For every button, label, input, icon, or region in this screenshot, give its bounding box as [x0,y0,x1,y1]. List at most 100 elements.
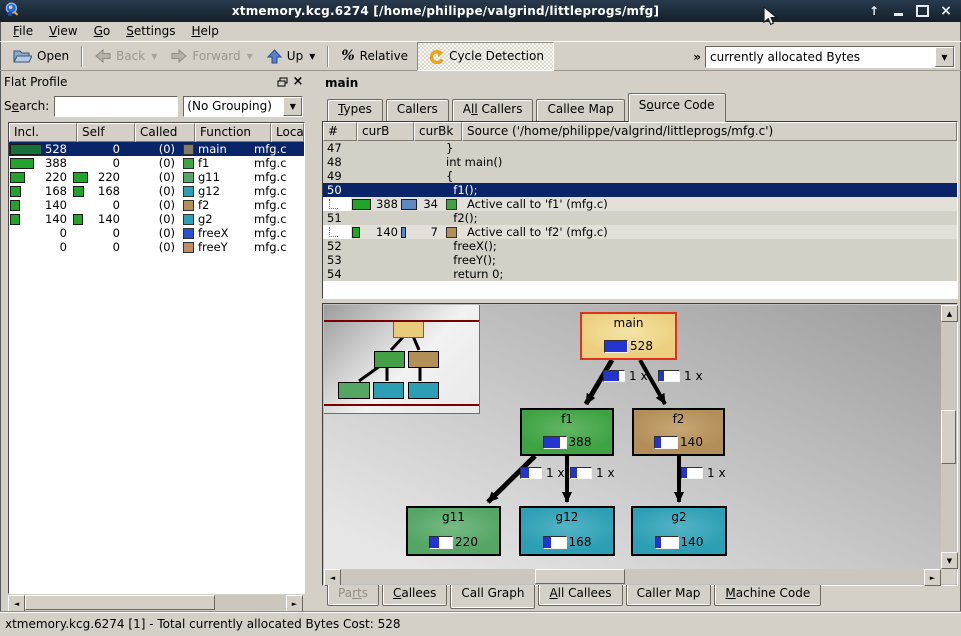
node-cost: 168 [543,535,592,549]
menu-item-file[interactable]: File [5,23,41,40]
mouse-cursor [763,6,778,27]
source-body: 47}48int main()49{50 f1();38834Active ca… [323,141,957,281]
scroll-right-icon[interactable]: ► [924,569,941,586]
column-header-called[interactable]: Called [135,123,195,142]
up-dropdown-caret[interactable]: ▼ [309,52,315,61]
flat-profile-dock-header: Flat Profile × [4,72,306,91]
search-input[interactable] [54,96,178,117]
call-graph-canvas[interactable]: main528f1388f2140g11220g12168g21401 x1 x… [324,305,941,569]
table-row-f2[interactable]: 1400(0)f2mfg.c [9,198,304,212]
table-row-g11[interactable]: 220220(0)g11mfg.c [9,170,304,184]
graph-node-g11[interactable]: g11220 [406,506,501,556]
source-line-51[interactable]: 51 f2(); [323,211,957,225]
scroll-up-icon[interactable]: ▲ [941,305,958,322]
scroll-right-icon[interactable]: ► [286,595,303,612]
column-header-self[interactable]: Self [77,123,135,142]
menu-item-go[interactable]: Go [86,23,119,40]
source-line-52[interactable]: 52 freeX(); [323,239,957,253]
tab-all-callees[interactable]: All Callees [538,585,622,606]
graph-node-g12[interactable]: g12168 [519,506,615,556]
table-row-f1[interactable]: 3880(0)f1mfg.c [9,156,304,170]
tab-callees[interactable]: Callees [382,585,447,606]
minimize-button[interactable] [891,4,905,18]
curb-cell: 140 [351,225,400,239]
cycle-detection-toggle[interactable]: Cycle Detection [417,42,554,71]
relative-toggle[interactable]: % Relative [334,43,415,69]
column-header-incl[interactable]: Incl. [9,123,77,142]
forward-button[interactable]: Forward ▼ [164,43,259,69]
source-line-49[interactable]: 49{ [323,169,957,183]
self-cell: 220 [72,170,125,184]
source-code-view: #curBcurBkSource ('/home/philippe/valgri… [322,121,958,299]
source-line-48[interactable]: 48int main() [323,155,957,169]
table-row-freeX[interactable]: 00(0)freeXmfg.c [9,226,304,240]
scroll-left-icon[interactable]: ◄ [8,595,25,612]
tab-callee-map[interactable]: Callee Map [536,99,624,122]
scroll-thumb[interactable] [535,569,625,584]
tab-all-callers[interactable]: All Callers [452,99,534,122]
metric-combo[interactable]: currently allocated Bytes ▼ [705,46,955,68]
tab-call-graph[interactable]: Call Graph [450,585,535,609]
source-line-47[interactable]: 47} [323,141,957,155]
tab-types[interactable]: Types [327,99,383,122]
graph-vscrollbar[interactable]: ▲ ▼ [941,305,956,569]
scroll-thumb[interactable] [941,410,956,464]
source-call-row[interactable]: 1407Active call to 'f2' (mfg.c) [323,225,957,239]
grouping-combo[interactable]: (No Grouping) ▼ [183,96,303,117]
tab-callers[interactable]: Callers [386,99,449,122]
graph-node-f2[interactable]: f2140 [632,408,725,456]
combo-dropdown-icon[interactable]: ▼ [935,47,954,67]
source-column-header[interactable]: Source ('/home/philippe/valgrind/littlep… [462,122,957,141]
call-graph-panel: main528f1388f2140g11220g12168g21401 x1 x… [322,303,958,586]
source-call-row[interactable]: 38834Active call to 'f1' (mfg.c) [323,197,957,211]
source-code-text: } [440,141,957,155]
source-code-text: freeY(); [440,253,957,267]
table-row-g12[interactable]: 168168(0)g12mfg.c [9,184,304,198]
table-row-g2[interactable]: 140140(0)g2mfg.c [9,212,304,226]
open-button[interactable]: Open [5,43,76,69]
combo-dropdown-icon[interactable]: ▼ [283,97,302,116]
source-column-header[interactable]: # [323,122,357,141]
table-row-main[interactable]: 5280(0)mainmfg.c [9,142,304,156]
graph-node-g2[interactable]: g2140 [631,506,727,556]
up-button[interactable]: Up ▼ [260,43,323,69]
toolbar-overflow-chevron[interactable]: » [693,50,701,64]
graph-node-f1[interactable]: f1388 [520,408,614,456]
function-name: main [198,142,227,156]
source-line-50[interactable]: 50 f1(); [323,183,957,197]
tab-parts[interactable]: Parts [327,585,379,606]
close-button[interactable]: × [939,4,953,18]
graph-overview[interactable] [324,305,480,414]
menu-item-help[interactable]: Help [183,23,226,40]
keep-above-button[interactable]: ↑ [867,4,881,18]
scroll-down-icon[interactable]: ▼ [941,552,958,569]
tab-machine-code[interactable]: Machine Code [714,585,821,606]
tab-source-code[interactable]: Source Code [628,93,726,122]
tab-caller-map[interactable]: Caller Map [626,585,712,606]
menu-item-view[interactable]: View [41,23,85,40]
column-header-function[interactable]: Function [195,123,271,142]
edge-cost-fill [659,371,664,381]
source-line-54[interactable]: 54 return 0; [323,267,957,281]
graph-hscrollbar[interactable]: ◄ ► [324,569,941,584]
line-number: 52 [323,239,351,253]
maximize-button[interactable] [915,4,929,18]
back-dropdown-caret[interactable]: ▼ [151,52,157,61]
menu-item-settings[interactable]: Settings [118,23,183,40]
call-annotation[interactable]: Active call to 'f2' (mfg.c) [440,225,957,239]
source-line-53[interactable]: 53 freeY(); [323,253,957,267]
source-column-header[interactable]: curBk [414,122,462,141]
column-header-location[interactable]: Location [271,123,304,142]
forward-dropdown-caret[interactable]: ▼ [247,52,253,61]
call-annotation[interactable]: Active call to 'f1' (mfg.c) [440,197,957,211]
table-row-freeY[interactable]: 00(0)freeYmfg.c [9,240,304,254]
scroll-left-icon[interactable]: ◄ [324,569,341,586]
float-dock-icon[interactable] [274,75,290,89]
flat-profile-hscrollbar[interactable]: ◄ ► [8,595,303,610]
source-column-header[interactable]: curB [357,122,414,141]
close-dock-icon[interactable]: × [290,75,306,89]
scroll-thumb[interactable] [25,595,215,610]
node-cost-fill [430,537,439,548]
back-button[interactable]: Back ▼ [88,43,164,69]
graph-node-main[interactable]: main528 [580,312,677,360]
